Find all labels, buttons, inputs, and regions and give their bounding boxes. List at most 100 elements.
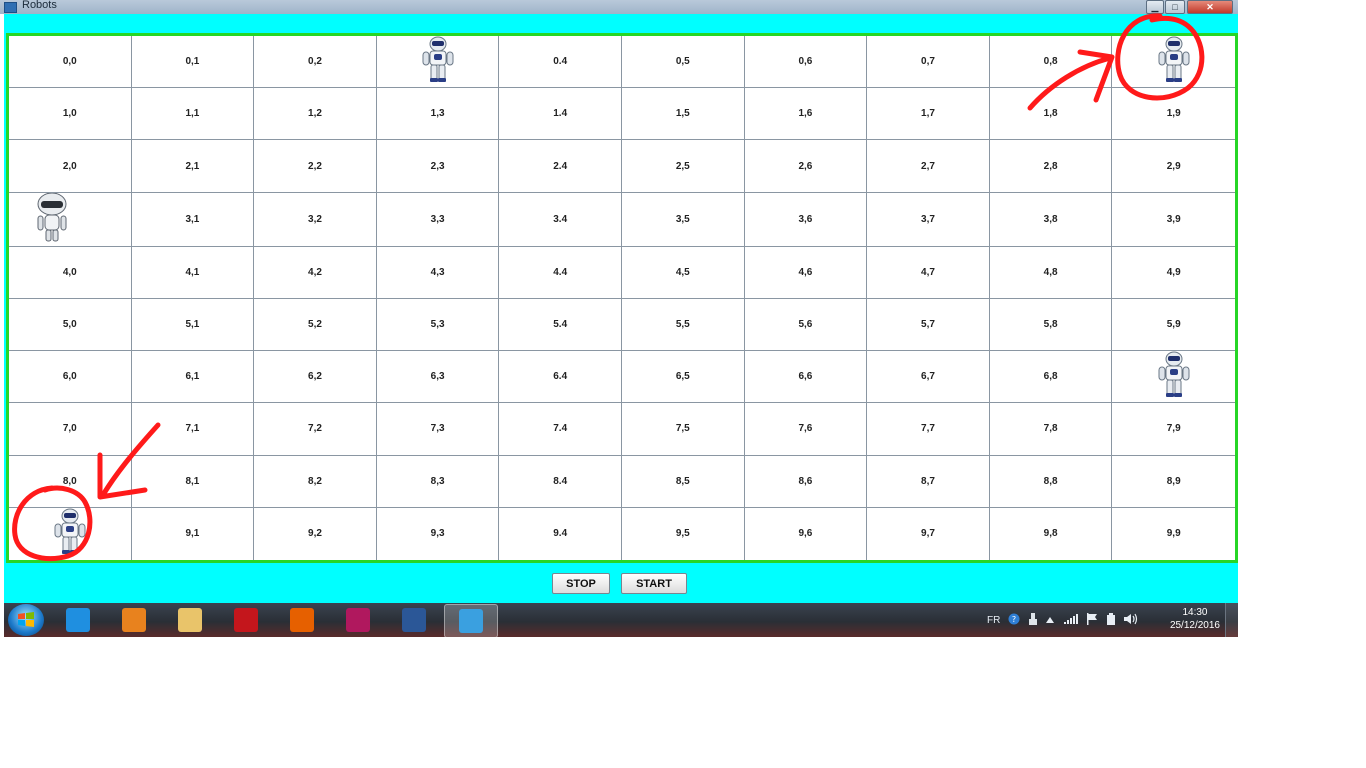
grid-cell[interactable]: 6,8 xyxy=(989,351,1113,404)
action-center-flag-icon[interactable] xyxy=(1086,612,1098,628)
stop-button[interactable]: STOP xyxy=(552,573,610,594)
show-hidden-icons-icon[interactable] xyxy=(1046,615,1055,626)
grid-cell[interactable]: 7,1 xyxy=(131,403,255,456)
language-indicator[interactable]: FR xyxy=(987,615,1000,626)
minimize-button[interactable]: ▁ xyxy=(1146,0,1164,14)
help-icon[interactable]: ? xyxy=(1008,613,1020,628)
grid-cell[interactable]: 5,9 xyxy=(1112,299,1235,352)
grid-cell[interactable]: 4,3 xyxy=(376,246,500,299)
grid-cell[interactable]: 3,3 xyxy=(376,192,500,247)
grid-cell[interactable]: 3,8 xyxy=(989,192,1113,247)
grid-cell[interactable]: 4,7 xyxy=(867,246,990,299)
grid-cell[interactable]: 2,0 xyxy=(9,140,132,193)
grid-cell[interactable]: 4,0 xyxy=(9,246,132,299)
grid-cell[interactable]: 0,5 xyxy=(621,36,745,89)
clock[interactable]: 14:30 25/12/2016 xyxy=(1170,606,1220,632)
taskbar-app-button[interactable] xyxy=(276,604,328,636)
grid-cell[interactable]: 5,7 xyxy=(867,298,990,352)
grid-cell[interactable]: 6,1 xyxy=(131,351,255,404)
grid-cell[interactable]: 6,0 xyxy=(9,351,132,404)
grid-cell[interactable]: 9,3 xyxy=(377,507,500,560)
taskbar-app-button[interactable] xyxy=(332,604,384,636)
grid-cell[interactable]: 2,6 xyxy=(744,140,868,193)
grid-cell[interactable]: 8,1 xyxy=(131,455,255,508)
grid-cell[interactable]: 1,6 xyxy=(744,88,868,141)
grid-cell[interactable]: 3,6 xyxy=(744,192,868,247)
grid-cell[interactable]: 5,8 xyxy=(989,298,1113,352)
grid-cell[interactable]: 0,6 xyxy=(744,36,868,89)
grid-cell[interactable]: 1,5 xyxy=(621,88,745,141)
grid-cell[interactable]: 7,6 xyxy=(744,403,868,456)
start-button[interactable]: START xyxy=(621,573,687,594)
grid-cell[interactable]: 9,7 xyxy=(867,507,990,560)
usb-icon[interactable] xyxy=(1028,612,1038,628)
grid-cell[interactable] xyxy=(9,192,132,247)
grid-cell[interactable]: 9,2 xyxy=(254,507,377,560)
close-button[interactable]: ✕ xyxy=(1187,0,1233,14)
grid-cell[interactable]: 3,7 xyxy=(867,192,990,247)
grid-cell[interactable]: 6,7 xyxy=(867,351,990,404)
grid-cell[interactable]: 2.4 xyxy=(499,140,622,193)
grid-cell[interactable]: 1,3 xyxy=(376,88,500,141)
show-desktop-button[interactable] xyxy=(1225,603,1238,637)
grid-cell[interactable]: 9,5 xyxy=(622,507,745,560)
grid-cell[interactable]: 7,7 xyxy=(867,403,990,456)
grid-cell[interactable]: 6,2 xyxy=(254,351,377,404)
grid-cell[interactable]: 8,9 xyxy=(1112,456,1235,508)
grid-cell[interactable]: 8,8 xyxy=(989,455,1113,508)
grid-cell[interactable]: 5,2 xyxy=(254,298,377,352)
grid-cell[interactable]: 4,1 xyxy=(131,246,255,299)
start-button[interactable] xyxy=(8,604,44,636)
grid-cell[interactable] xyxy=(9,507,132,560)
grid-cell[interactable]: 2,2 xyxy=(254,140,377,193)
taskbar-app-button[interactable] xyxy=(220,604,272,636)
power-battery-icon[interactable] xyxy=(1106,612,1116,628)
grid-cell[interactable]: 2,3 xyxy=(376,140,500,193)
window-title-bar[interactable]: Robots ▁ □ ✕ xyxy=(0,0,1238,14)
grid-cell[interactable]: 4,6 xyxy=(744,246,868,299)
grid-cell[interactable]: 4,5 xyxy=(621,246,745,299)
grid-cell[interactable]: 0,2 xyxy=(254,36,377,89)
grid-cell[interactable]: 3.4 xyxy=(499,192,622,247)
grid-cell[interactable]: 0,0 xyxy=(9,36,132,89)
grid-cell[interactable]: 2,8 xyxy=(989,140,1113,193)
grid-cell[interactable]: 4.4 xyxy=(499,246,622,299)
taskbar-app-button[interactable] xyxy=(52,604,104,636)
grid-cell[interactable]: 8,2 xyxy=(254,455,377,508)
grid-cell[interactable]: 7,2 xyxy=(254,403,377,456)
grid-cell[interactable]: 1,1 xyxy=(131,88,255,141)
grid-cell[interactable]: 4,2 xyxy=(254,246,377,299)
grid-cell[interactable] xyxy=(376,36,500,89)
grid-cell[interactable]: 7,0 xyxy=(9,403,132,456)
grid-cell[interactable]: 8,7 xyxy=(867,455,990,508)
grid-cell[interactable]: 7.4 xyxy=(499,403,622,456)
grid-cell[interactable]: 4,9 xyxy=(1112,247,1235,299)
grid-cell[interactable]: 5,1 xyxy=(131,298,255,352)
grid-cell[interactable]: 8,5 xyxy=(621,455,745,508)
grid-cell[interactable]: 1,7 xyxy=(867,88,990,141)
grid-cell[interactable]: 6,3 xyxy=(376,351,500,404)
grid-cell[interactable]: 1.4 xyxy=(499,88,622,141)
grid-cell[interactable]: 9,8 xyxy=(990,507,1113,560)
grid-cell[interactable]: 4,8 xyxy=(989,246,1113,299)
taskbar-app-button[interactable] xyxy=(444,604,498,638)
maximize-button[interactable]: □ xyxy=(1165,0,1185,14)
grid-cell[interactable]: 5,5 xyxy=(621,298,745,352)
taskbar-app-button[interactable] xyxy=(164,604,216,636)
taskbar-app-button[interactable] xyxy=(108,604,160,636)
grid-cell[interactable]: 5,3 xyxy=(376,298,500,352)
grid-cell[interactable]: 5,6 xyxy=(744,298,868,352)
grid-cell[interactable]: 8,3 xyxy=(376,455,500,508)
grid-cell[interactable]: 1,8 xyxy=(989,88,1113,141)
grid-cell[interactable]: 2,5 xyxy=(621,140,745,193)
grid-cell[interactable]: 5.4 xyxy=(499,298,622,352)
grid-cell[interactable]: 9,1 xyxy=(132,507,255,560)
grid-cell[interactable]: 2,9 xyxy=(1112,140,1235,193)
grid-cell[interactable]: 7,9 xyxy=(1112,403,1235,456)
volume-icon[interactable] xyxy=(1124,613,1138,628)
grid-cell[interactable]: 3,2 xyxy=(254,192,377,247)
grid-cell[interactable]: 0,7 xyxy=(867,36,990,89)
grid-cell[interactable]: 8,0 xyxy=(9,455,132,508)
grid-cell[interactable]: 8,6 xyxy=(744,455,868,508)
grid-cell[interactable]: 9,9 xyxy=(1112,508,1235,560)
